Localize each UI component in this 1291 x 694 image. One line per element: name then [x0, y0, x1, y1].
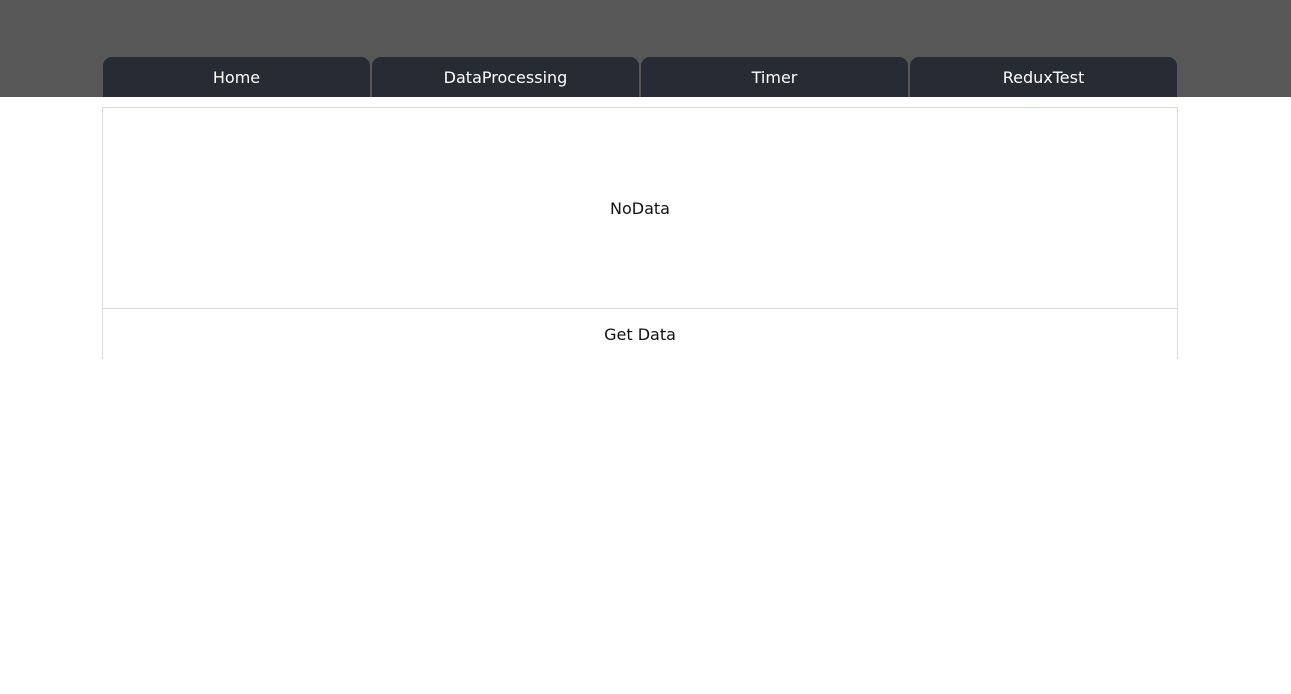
tab-dataprocessing[interactable]: DataProcessing [372, 57, 639, 97]
data-panel: NoData Get Data [102, 107, 1178, 359]
data-display: NoData [103, 108, 1177, 309]
tab-reduxtest[interactable]: ReduxTest [910, 57, 1177, 97]
tab-home[interactable]: Home [103, 57, 370, 97]
top-header: Home DataProcessing Timer ReduxTest [0, 0, 1291, 97]
get-data-button[interactable]: Get Data [103, 309, 1177, 359]
status-text: NoData [610, 198, 670, 218]
tab-timer[interactable]: Timer [641, 57, 908, 97]
nav-tabs: Home DataProcessing Timer ReduxTest [103, 57, 1177, 97]
